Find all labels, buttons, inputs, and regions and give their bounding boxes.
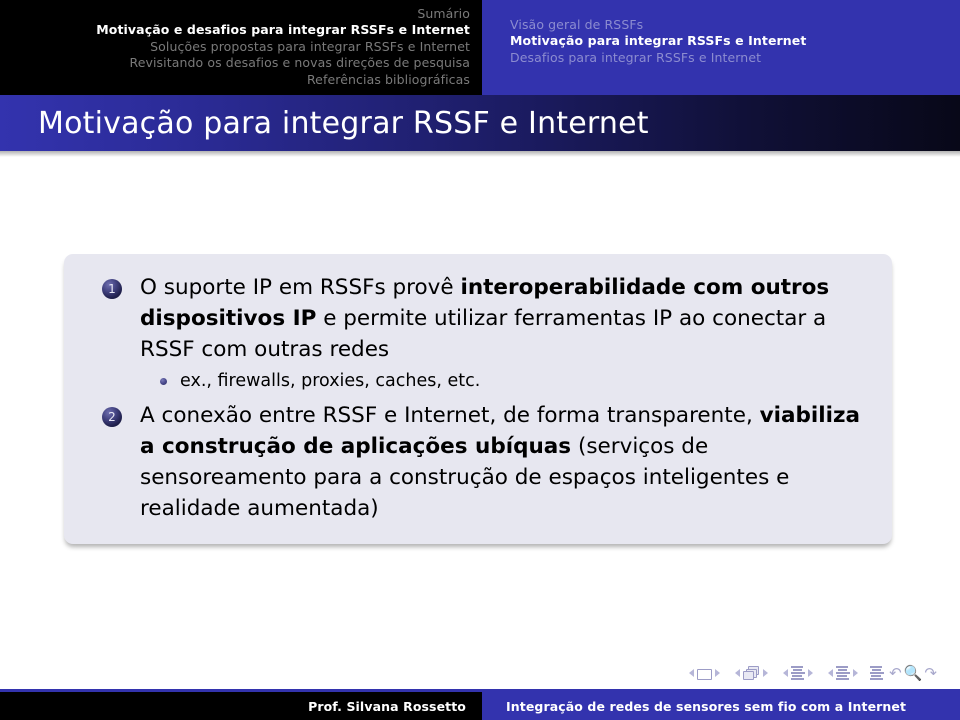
search-icon[interactable]: 🔍	[904, 666, 923, 681]
beamer-navigation-symbols: ↶ 🔍 ↷	[686, 662, 938, 684]
next-slide-icon[interactable]	[715, 669, 721, 677]
slide-footer: Prof. Silvana Rossetto Integração de red…	[0, 692, 960, 720]
slide-title-bar: Motivação para integrar RSSF e Internet	[0, 95, 960, 151]
next-subsection-icon[interactable]	[763, 669, 769, 677]
item-text-1: O suporte IP em RSSFs provê interoperabi…	[140, 275, 829, 362]
prev-subsection-icon[interactable]	[735, 669, 741, 677]
header-subsection-item-1[interactable]: Motivação para integrar RSSFs e Internet	[510, 33, 960, 49]
nav-group-section	[780, 666, 816, 680]
header-section-item-0[interactable]: Sumário	[0, 6, 470, 22]
footer-author: Prof. Silvana Rossetto	[0, 692, 482, 720]
enumerated-list: 1 O suporte IP em RSSFs provê interopera…	[90, 272, 866, 524]
subsection-frames-icon[interactable]	[743, 666, 760, 680]
presentation-lines-icon[interactable]	[836, 666, 851, 680]
list-item: 2 A conexão entre RSSF e Internet, de fo…	[90, 400, 866, 524]
enum-marker-1: 1	[102, 279, 122, 299]
item-text-2: A conexão entre RSSF e Internet, de form…	[140, 403, 860, 521]
navigation-header: Sumário Motivação e desafios para integr…	[0, 0, 960, 95]
header-section-list: Sumário Motivação e desafios para integr…	[0, 0, 482, 95]
section-lines-icon[interactable]	[791, 666, 806, 680]
nav-group-presentation	[825, 666, 861, 680]
header-subsection-list: Visão geral de RSSFs Motivação para inte…	[482, 0, 960, 95]
slide-content-area: 1 O suporte IP em RSSFs provê interopera…	[0, 157, 960, 655]
nav-group-appendix	[870, 666, 885, 680]
header-section-item-2[interactable]: Soluções propostas para integrar RSSFs e…	[0, 39, 470, 55]
bullet-dot-icon	[160, 378, 167, 385]
next-section-icon[interactable]	[808, 669, 814, 677]
sub-list-1: ex., firewalls, proxies, caches, etc.	[140, 369, 866, 394]
list-item: 1 O suporte IP em RSSFs provê interopera…	[90, 272, 866, 394]
forward-icon[interactable]: ↷	[924, 666, 937, 681]
next-presentation-icon[interactable]	[853, 669, 859, 677]
appendix-lines-icon[interactable]	[870, 666, 885, 680]
header-section-item-1[interactable]: Motivação e desafios para integrar RSSFs…	[0, 22, 470, 38]
sub-list-item: ex., firewalls, proxies, caches, etc.	[140, 369, 866, 394]
page-title: Motivação para integrar RSSF e Internet	[38, 105, 649, 141]
content-block: 1 O suporte IP em RSSFs provê interopera…	[64, 254, 892, 544]
prev-slide-icon[interactable]	[689, 669, 695, 677]
header-subsection-item-0[interactable]: Visão geral de RSSFs	[510, 17, 960, 33]
prev-presentation-icon[interactable]	[828, 669, 834, 677]
header-subsection-item-2[interactable]: Desafios para integrar RSSFs e Internet	[510, 50, 960, 66]
nav-group-slide	[686, 667, 723, 680]
prev-section-icon[interactable]	[783, 669, 789, 677]
item-text-1-part-0: O suporte IP em RSSFs provê	[140, 275, 461, 300]
sub-item-text: ex., firewalls, proxies, caches, etc.	[180, 371, 481, 391]
footer-talk-title: Integração de redes de sensores sem fio …	[482, 692, 960, 720]
header-section-item-4[interactable]: Referências bibliográficas	[0, 72, 470, 88]
header-section-item-3[interactable]: Revisitando os desafios e novas direções…	[0, 55, 470, 71]
item-text-2-part-0: A conexão entre RSSF e Internet, de form…	[140, 403, 760, 428]
back-icon[interactable]: ↶	[889, 666, 902, 681]
slide-frame-icon[interactable]	[697, 668, 713, 680]
nav-group-subsection	[732, 666, 771, 680]
enum-marker-2: 2	[102, 407, 122, 427]
